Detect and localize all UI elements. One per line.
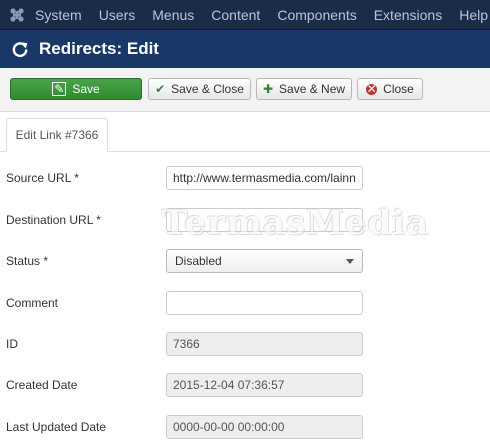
edit-icon: ✎ (52, 82, 67, 96)
id-label: ID (6, 337, 18, 351)
tab-bar: Edit Link #7366 (0, 118, 490, 152)
save-new-button[interactable]: ✚ Save & New (256, 78, 352, 100)
id-input (166, 332, 363, 356)
chevron-down-icon (346, 259, 354, 264)
close-button-label: Close (383, 82, 414, 96)
created-date-label: Created Date (6, 378, 78, 392)
joomla-logo-icon[interactable] (8, 6, 26, 24)
menu-system[interactable]: System (35, 7, 82, 23)
source-url-input[interactable] (166, 166, 363, 190)
close-button[interactable]: ✕ Close (357, 78, 423, 100)
status-select[interactable]: Disabled (166, 249, 363, 273)
toolbar: ✎ Save ✔ Save & Close ✚ Save & New ✕ Clo… (0, 68, 490, 112)
status-row: Status * Disabled (0, 249, 490, 275)
save-button[interactable]: ✎ Save (10, 78, 142, 100)
check-icon: ✔ (155, 82, 166, 96)
created-date-input (166, 373, 363, 397)
comment-input[interactable] (166, 291, 363, 315)
created-date-row: Created Date (0, 373, 490, 399)
tab-edit-link[interactable]: Edit Link #7366 (6, 118, 108, 152)
last-updated-date-label: Last Updated Date (6, 420, 107, 434)
plus-icon: ✚ (262, 82, 274, 96)
menu-content[interactable]: Content (211, 7, 260, 23)
destination-url-label: Destination URL * (6, 213, 101, 227)
save-close-button[interactable]: ✔ Save & Close (148, 78, 251, 100)
status-selected-value: Disabled (175, 254, 222, 268)
top-menu-bar: System Users Menus Content Components Ex… (0, 0, 490, 30)
save-close-button-label: Save & Close (171, 82, 244, 96)
last-updated-date-input (166, 415, 363, 439)
id-row: ID (0, 332, 490, 358)
menu-components[interactable]: Components (277, 7, 356, 23)
save-new-button-label: Save & New (279, 82, 346, 96)
refresh-icon (12, 42, 28, 58)
menu-help[interactable]: Help (459, 7, 488, 23)
destination-url-input[interactable] (166, 208, 363, 232)
last-updated-date-row: Last Updated Date (0, 415, 490, 441)
comment-row: Comment (0, 291, 490, 317)
status-label: Status * (6, 254, 49, 268)
menu-users[interactable]: Users (99, 7, 136, 23)
menu-menus[interactable]: Menus (152, 7, 194, 23)
save-button-label: Save (72, 82, 100, 96)
page-header: Redirects: Edit (0, 30, 490, 68)
comment-label: Comment (6, 296, 59, 310)
page-title: Redirects: Edit (39, 39, 159, 58)
close-circle-icon: ✕ (366, 82, 378, 96)
source-url-row: Source URL * (0, 166, 490, 192)
menu-extensions[interactable]: Extensions (374, 7, 442, 23)
source-url-label: Source URL * (6, 171, 79, 185)
destination-url-row: Destination URL * (0, 208, 490, 234)
